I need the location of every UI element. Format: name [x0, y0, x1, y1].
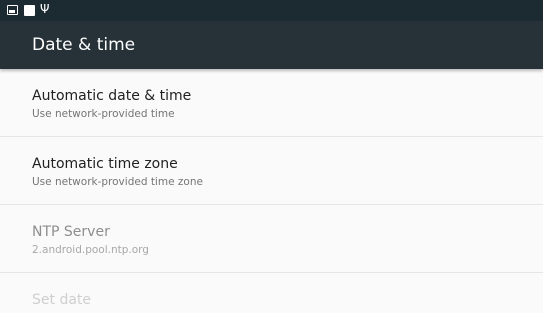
status-bar: Ψ	[0, 0, 543, 21]
automatic-date-time-item[interactable]: Automatic date & time Use network-provid…	[0, 69, 543, 137]
pref-summary: 2.android.pool.ntp.org	[32, 244, 149, 256]
pref-title: Automatic date & time	[32, 88, 192, 104]
pref-summary: Use network-provided time zone	[32, 176, 203, 188]
pref-title: Automatic time zone	[32, 156, 178, 172]
page-title: Date & time	[32, 35, 136, 55]
pref-title: NTP Server	[32, 224, 110, 240]
pref-title: Set date	[32, 292, 92, 308]
set-date-item[interactable]: Set date	[0, 273, 543, 313]
usb-icon: Ψ	[40, 2, 50, 16]
app-bar: Date & time	[0, 21, 543, 69]
pref-summary: Use network-provided time	[32, 108, 175, 120]
square-notification-icon	[24, 5, 35, 16]
settings-list: Automatic date & time Use network-provid…	[0, 69, 543, 313]
image-notification-icon	[7, 5, 18, 15]
ntp-server-item[interactable]: NTP Server 2.android.pool.ntp.org	[0, 205, 543, 273]
automatic-time-zone-item[interactable]: Automatic time zone Use network-provided…	[0, 137, 543, 205]
